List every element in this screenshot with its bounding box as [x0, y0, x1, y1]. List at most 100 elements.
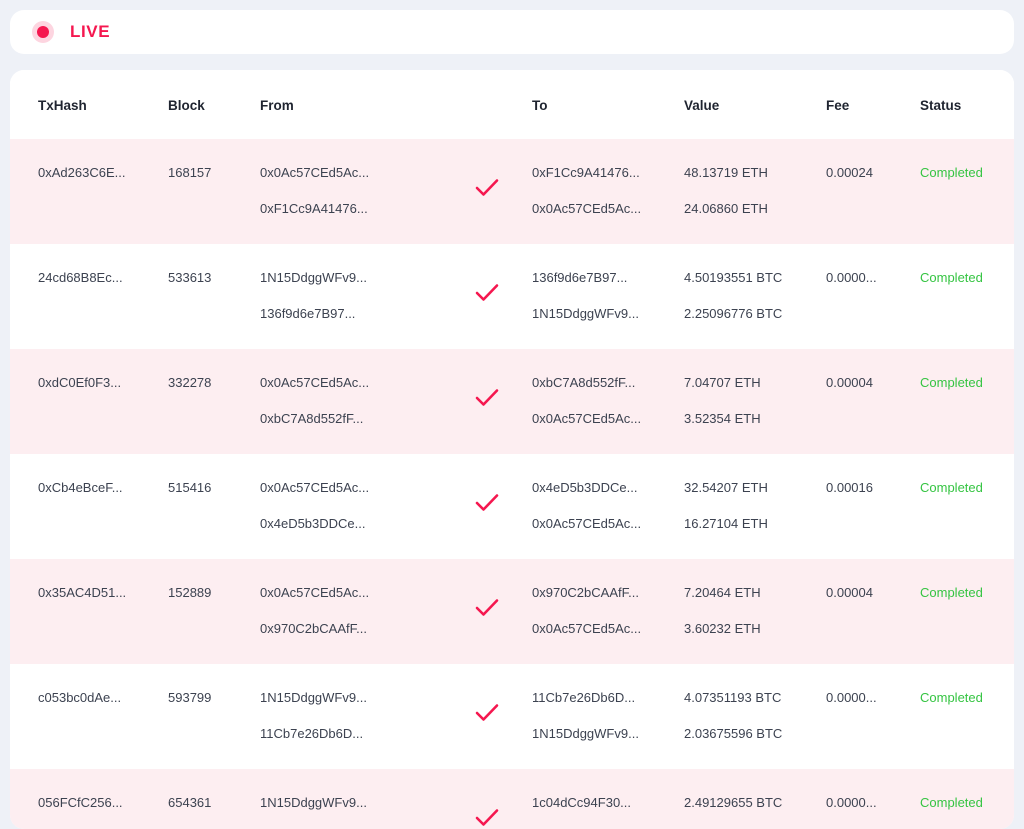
cell-status: Completed — [920, 664, 1014, 769]
transactions-table-card: TxHash Block From To Value Fee Status 0x… — [10, 70, 1014, 829]
cell-txhash: 0xdC0Ef0F3... — [10, 349, 168, 454]
cell-txhash-text: 0x35AC4D51... — [38, 585, 127, 600]
cell-from-line-2: 0x970C2bCAAfF... — [260, 621, 367, 636]
cell-block: 515416 — [168, 454, 260, 559]
cell-block-text: 654361 — [168, 795, 212, 810]
cell-from: 0x0Ac57CEd5Ac... 0xF1Cc9A41476... — [260, 139, 460, 244]
live-label: LIVE — [70, 22, 111, 41]
column-header-from[interactable]: From — [260, 70, 460, 139]
cell-block: 593799 — [168, 664, 260, 769]
cell-txhash-text: 056FCfC256... — [38, 795, 123, 810]
cell-from: 1N15DdggWFv9... 11Cb7e26Db6D... — [260, 664, 460, 769]
cell-value-line-2: 16.27104 ETH — [684, 516, 768, 531]
table-row[interactable]: 24cd68B8Ec... 533613 1N15DdggWFv9... 136f9d… — [10, 244, 1014, 349]
status-badge: Completed — [920, 375, 983, 390]
cell-value: 4.07351193 BTC 2.03675596 BTC — [684, 664, 826, 769]
cell-fee: 0.00016 — [826, 454, 920, 559]
column-header-spacer — [460, 70, 532, 139]
cell-txhash: 056FCfC256... — [10, 769, 168, 829]
column-header-fee[interactable]: Fee — [826, 70, 920, 139]
cell-value: 7.04707 ETH 3.52354 ETH — [684, 349, 826, 454]
table-body: 0xAd263C6E... 168157 0x0Ac57CEd5Ac... 0xF1C… — [10, 139, 1014, 829]
cell-to-line-1: 0x970C2bCAAfF... — [532, 585, 639, 600]
table-row[interactable]: 0xCb4eBceF... 515416 0x0Ac57CEd5Ac... 0x4eD… — [10, 454, 1014, 559]
status-badge: Completed — [920, 585, 983, 600]
cell-from: 0x0Ac57CEd5Ac... 0xbC7A8d552fF... — [260, 349, 460, 454]
cell-fee: 0.0000... — [826, 244, 920, 349]
cell-txhash: c053bc0dAe... — [10, 664, 168, 769]
cell-from-line-2: 0x4eD5b3DDCe... — [260, 516, 366, 531]
cell-to-line-1: 136f9d6e7B97... — [532, 270, 628, 285]
table-row[interactable]: 0xdC0Ef0F3... 332278 0x0Ac57CEd5Ac... 0xbC7… — [10, 349, 1014, 454]
status-badge: Completed — [920, 690, 983, 705]
column-header-txhash[interactable]: TxHash — [10, 70, 168, 139]
cell-block: 152889 — [168, 559, 260, 664]
cell-from-line-1: 0x0Ac57CEd5Ac... — [260, 480, 370, 495]
table-row[interactable]: 0x35AC4D51... 152889 0x0Ac57CEd5Ac... 0x970… — [10, 559, 1014, 664]
cell-value: 32.54207 ETH 16.27104 ETH — [684, 454, 826, 559]
cell-to-line-1: 0xbC7A8d552fF... — [532, 375, 636, 390]
cell-value-line-2: 2.03675596 BTC — [684, 726, 783, 741]
live-banner: LIVE — [10, 10, 1014, 54]
checkmark-icon — [475, 599, 499, 616]
cell-block-text: 168157 — [168, 165, 212, 180]
cell-txhash: 0xAd263C6E... — [10, 139, 168, 244]
cell-status: Completed — [920, 559, 1014, 664]
checkmark-icon — [475, 179, 499, 196]
transactions-table: TxHash Block From To Value Fee Status 0x… — [10, 70, 1014, 829]
cell-value-line-2: 3.52354 ETH — [684, 411, 761, 426]
cell-fee-text: 0.00004 — [826, 585, 873, 600]
cell-txhash-text: c053bc0dAe... — [38, 690, 122, 705]
status-badge: Completed — [920, 165, 983, 180]
column-header-block[interactable]: Block — [168, 70, 260, 139]
cell-to: 0x4eD5b3DDCe... 0x0Ac57CEd5Ac... — [532, 454, 684, 559]
cell-value-line-1: 2.49129655 BTC — [684, 795, 783, 810]
table-row[interactable]: c053bc0dAe... 593799 1N15DdggWFv9... 11Cb7e… — [10, 664, 1014, 769]
column-header-to[interactable]: To — [532, 70, 684, 139]
cell-from-line-1: 0x0Ac57CEd5Ac... — [260, 375, 370, 390]
cell-from-line-2: 0xF1Cc9A41476... — [260, 201, 368, 216]
cell-block: 168157 — [168, 139, 260, 244]
live-indicator-icon — [32, 21, 54, 43]
status-badge: Completed — [920, 795, 983, 810]
cell-value-line-1: 4.07351193 BTC — [684, 690, 782, 705]
cell-fee-text: 0.00004 — [826, 375, 873, 390]
cell-txhash-text: 0xAd263C6E... — [38, 165, 126, 180]
cell-from: 1N15DdggWFv9... 136f9d6e7B97... — [260, 244, 460, 349]
cell-block: 533613 — [168, 244, 260, 349]
cell-fee-text: 0.0000... — [826, 690, 877, 705]
cell-block: 332278 — [168, 349, 260, 454]
cell-to: 1c04dCc94F30...1N15DdggWFv9... — [532, 769, 684, 829]
cell-to-line-2: 1N15DdggWFv9... — [532, 726, 639, 741]
cell-block-text: 332278 — [168, 375, 212, 390]
cell-to-line-1: 0xF1Cc9A41476... — [532, 165, 640, 180]
cell-from-line-1: 1N15DdggWFv9... — [260, 270, 367, 285]
cell-status: Completed — [920, 139, 1014, 244]
column-header-value[interactable]: Value — [684, 70, 826, 139]
cell-value: 4.50193551 BTC 2.25096776 BTC — [684, 244, 826, 349]
status-badge: Completed — [920, 270, 983, 285]
cell-verified — [460, 769, 532, 829]
cell-from: 1N15DdggWFv9...1c04dCc94F30... — [260, 769, 460, 829]
cell-from: 0x0Ac57CEd5Ac... 0x4eD5b3DDCe... — [260, 454, 460, 559]
table-row[interactable]: 0xAd263C6E... 168157 0x0Ac57CEd5Ac... 0xF1C… — [10, 139, 1014, 244]
status-badge: Completed — [920, 480, 983, 495]
cell-value-line-1: 48.13719 ETH — [684, 165, 768, 180]
cell-fee-text: 0.00016 — [826, 480, 873, 495]
cell-to-line-2: 0x0Ac57CEd5Ac... — [532, 201, 642, 216]
cell-to-line-2: 0x0Ac57CEd5Ac... — [532, 516, 642, 531]
table-header: TxHash Block From To Value Fee Status — [10, 70, 1014, 139]
cell-value: 48.13719 ETH 24.06860 ETH — [684, 139, 826, 244]
cell-status: Completed — [920, 349, 1014, 454]
cell-from-line-2: 0xbC7A8d552fF... — [260, 411, 364, 426]
table-row[interactable]: 056FCfC256... 654361 1N15DdggWFv9... 1c04dC… — [10, 769, 1014, 829]
cell-fee: 0.00004 — [826, 349, 920, 454]
cell-to: 0xF1Cc9A41476... 0x0Ac57CEd5Ac... — [532, 139, 684, 244]
cell-verified — [460, 559, 532, 664]
cell-from: 0x0Ac57CEd5Ac... 0x970C2bCAAfF... — [260, 559, 460, 664]
cell-to: 0xbC7A8d552fF... 0x0Ac57CEd5Ac... — [532, 349, 684, 454]
cell-from-line-1: 0x0Ac57CEd5Ac... — [260, 165, 370, 180]
cell-value-line-1: 7.04707 ETH — [684, 375, 761, 390]
cell-txhash-text: 0xCb4eBceF... — [38, 480, 123, 495]
column-header-status[interactable]: Status — [920, 70, 1014, 139]
